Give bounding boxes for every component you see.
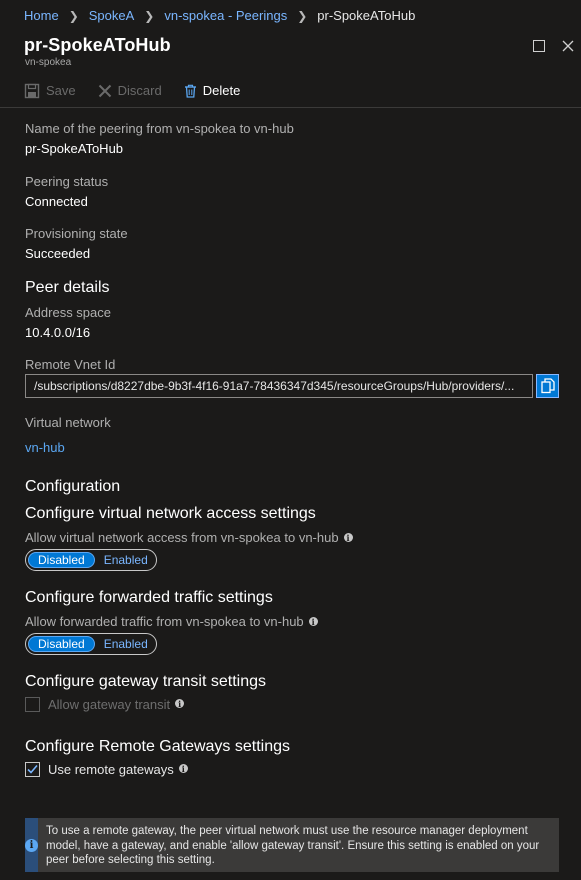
virtual-network-link[interactable]: vn-hub — [25, 440, 65, 455]
copy-icon — [540, 378, 555, 394]
maximize-icon — [533, 40, 545, 52]
gateway-transit-heading: Configure gateway transit settings — [25, 673, 267, 690]
page-subtitle: vn-spokea — [25, 57, 72, 68]
info-strip: i — [25, 818, 38, 872]
vnet-access-description: Allow virtual network access from vn-spo… — [25, 530, 353, 545]
page-title: pr-SpokeAToHub — [24, 35, 171, 55]
remote-gateways-checkbox[interactable] — [25, 762, 40, 777]
peering-name-value: pr-SpokeAToHub — [25, 141, 124, 156]
breadcrumb-peerings[interactable]: vn-spokea - Peerings — [164, 8, 287, 23]
info-icon: i — [25, 838, 38, 852]
info-message-text: To use a remote gateway, the peer virtua… — [46, 825, 540, 866]
vnet-access-description-text: Allow virtual network access from vn-spo… — [25, 530, 339, 545]
breadcrumb-current: pr-SpokeAToHub — [317, 8, 416, 23]
gateway-transit-row: Allow gateway transit i — [25, 697, 185, 712]
peering-status-label: Peering status — [25, 174, 109, 189]
address-space-value: 10.4.0.0/16 — [25, 325, 91, 340]
remote-gateways-label: Use remote gateways — [48, 762, 174, 777]
save-button[interactable]: Save — [24, 83, 76, 99]
forwarded-traffic-description-text: Allow forwarded traffic from vn-spokea t… — [25, 614, 304, 629]
checkmark-icon — [27, 764, 38, 774]
remote-vnet-id-field[interactable]: /subscriptions/d8227dbe-9b3f-4f16-91a7-7… — [25, 374, 533, 398]
virtual-network-label: Virtual network — [25, 415, 111, 430]
chevron-right-icon: ❯ — [68, 8, 79, 23]
peer-details-heading: Peer details — [25, 279, 110, 296]
gateway-transit-checkbox[interactable] — [25, 697, 40, 712]
info-message-bar: i To use a remote gateway, the peer virt… — [25, 818, 559, 872]
vnet-access-enabled-option[interactable]: Enabled — [95, 552, 157, 568]
address-space-label: Address space — [25, 305, 111, 320]
gateway-transit-label: Allow gateway transit — [48, 697, 171, 712]
trash-icon — [184, 84, 197, 98]
delete-button[interactable]: Delete — [184, 83, 241, 98]
delete-label: Delete — [202, 83, 241, 98]
peering-name-label: Name of the peering from vn-spokea to vn… — [25, 121, 294, 136]
breadcrumb-home[interactable]: Home — [24, 8, 59, 23]
close-button[interactable] — [557, 35, 579, 57]
remote-gateways-heading: Configure Remote Gateways settings — [25, 738, 291, 755]
info-icon[interactable]: i — [175, 699, 185, 709]
discard-label: Discard — [117, 83, 162, 98]
forwarded-traffic-description: Allow forwarded traffic from vn-spokea t… — [25, 614, 318, 629]
chevron-right-icon: ❯ — [144, 8, 155, 23]
remote-vnet-id-label: Remote Vnet Id — [25, 357, 116, 372]
maximize-button[interactable] — [528, 35, 550, 57]
close-x-icon — [98, 84, 112, 98]
blade-header: pr-SpokeAToHub vn-spokea — [0, 31, 581, 73]
info-icon[interactable]: i — [178, 764, 188, 774]
provisioning-state-label: Provisioning state — [25, 226, 128, 241]
command-bar: Save Discard Delete — [0, 74, 581, 108]
vnet-access-toggle: Disabled Enabled — [25, 549, 157, 571]
forwarded-traffic-enabled-option[interactable]: Enabled — [95, 636, 157, 652]
provisioning-state-value: Succeeded — [25, 246, 91, 261]
breadcrumb: Home ❯ SpokeA ❯ vn-spokea - Peerings ❯ p… — [0, 0, 581, 31]
chevron-right-icon: ❯ — [297, 8, 308, 23]
forwarded-traffic-toggle: Disabled Enabled — [25, 633, 157, 655]
breadcrumb-spokea[interactable]: SpokeA — [89, 8, 135, 23]
save-icon — [24, 83, 40, 99]
save-label: Save — [46, 83, 76, 98]
discard-button[interactable]: Discard — [98, 83, 162, 98]
forwarded-traffic-heading: Configure forwarded traffic settings — [25, 589, 273, 606]
close-icon — [562, 40, 574, 52]
vnet-access-disabled-option[interactable]: Disabled — [28, 552, 95, 568]
forwarded-traffic-disabled-option[interactable]: Disabled — [28, 636, 95, 652]
remote-gateways-row: Use remote gateways i — [25, 762, 188, 777]
copy-button[interactable] — [536, 374, 559, 398]
info-icon[interactable]: i — [343, 533, 353, 543]
configuration-heading: Configuration — [25, 478, 121, 495]
info-icon[interactable]: i — [308, 617, 318, 627]
peering-status-value: Connected — [25, 194, 88, 209]
vnet-access-heading: Configure virtual network access setting… — [25, 505, 316, 522]
